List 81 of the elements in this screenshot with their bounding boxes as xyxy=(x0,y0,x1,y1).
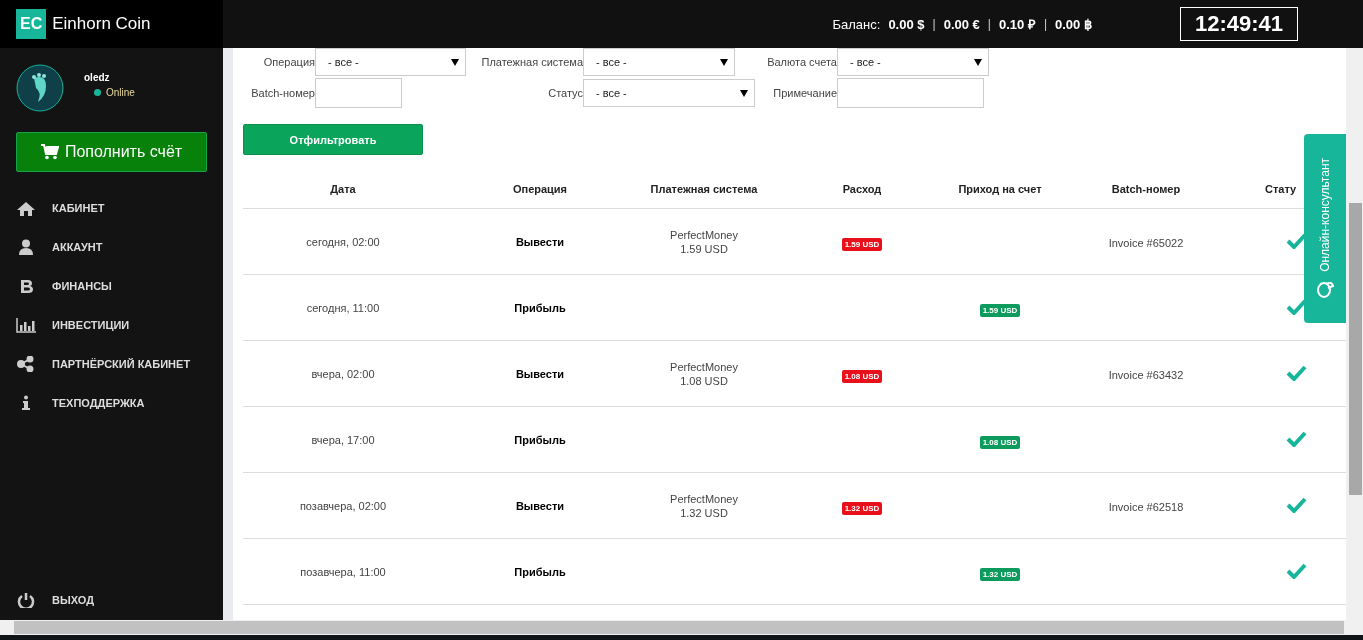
menu-item[interactable]: ИНВЕСТИЦИИ xyxy=(16,305,207,344)
column-header: Стату xyxy=(1265,182,1297,195)
field-label: Примечание xyxy=(772,87,837,99)
payment-amount: 1.08 USD xyxy=(680,374,728,387)
date-cell: сегодня, 02:00 xyxy=(306,235,380,248)
field-label: Платежная система xyxy=(480,56,583,68)
payment-amount: 1.59 USD xyxy=(680,242,728,255)
expense-tag: 1.32 USD xyxy=(841,501,883,515)
income-tag: 1.32 USD xyxy=(979,567,1021,581)
column-header: Операция xyxy=(512,182,568,195)
operation-cell: Прибыль xyxy=(514,565,566,578)
field-label: Валюта счета xyxy=(766,56,837,68)
date-cell: сегодня, 11:00 xyxy=(306,301,380,314)
menu-item[interactable]: ПАРТНЁРСКИЙ КАБИНЕТ xyxy=(16,344,207,383)
separator: | xyxy=(987,17,991,31)
column-header: Платежная система xyxy=(650,182,758,195)
balance-value: 0.10 ₽ xyxy=(998,16,1036,33)
user-name: oledz xyxy=(84,72,111,83)
payment-amount: 1.32 USD xyxy=(680,506,728,519)
menu-item[interactable]: ТЕХПОДДЕРЖКА xyxy=(16,383,207,422)
dropdown[interactable]: - все - xyxy=(315,48,466,76)
scrollbar-thumb[interactable] xyxy=(14,621,1344,634)
payment-system: PerfectMoney xyxy=(670,360,738,373)
operation-cell: Вывести xyxy=(515,235,565,248)
menu-item[interactable]: КАБИНЕТ xyxy=(16,188,207,227)
cart-icon xyxy=(40,144,59,160)
expense-tag: 1.08 USD xyxy=(841,369,883,383)
input-field[interactable] xyxy=(837,78,984,108)
caret-icon xyxy=(740,89,748,97)
field-label: Операция xyxy=(262,56,315,68)
operation-cell: Прибыль xyxy=(514,433,566,446)
date-cell: позавчера, 02:00 xyxy=(299,499,387,512)
batch-number: Invoice #65022 xyxy=(1108,236,1184,249)
date-cell: вчера, 02:00 xyxy=(311,367,375,380)
status-text: Online xyxy=(106,87,135,98)
bar-chart-icon xyxy=(16,316,36,333)
field-label: Batch-номер xyxy=(250,87,315,99)
column-header: Приход на счет xyxy=(958,182,1042,195)
balance-label: Баланс: xyxy=(832,16,881,32)
dropdown[interactable]: - все - xyxy=(837,48,989,76)
separator: | xyxy=(1043,17,1047,31)
column-header: Batch-номер xyxy=(1111,182,1181,195)
balance-value: 0.00 € xyxy=(943,16,980,32)
power-icon xyxy=(16,591,36,608)
logo-badge: EC xyxy=(16,9,47,39)
caret-icon xyxy=(451,58,459,66)
batch-number: Invoice #63432 xyxy=(1108,368,1184,381)
payment-system: PerfectMoney xyxy=(670,228,738,241)
operation-cell: Вывести xyxy=(515,499,565,512)
operation-cell: Вывести xyxy=(515,367,565,380)
balance-value: 0.00 $ xyxy=(888,16,925,32)
menu-item[interactable]: ФИНАНСЫ xyxy=(16,266,207,305)
home-icon xyxy=(16,199,36,216)
batch-number: Invoice #62518 xyxy=(1108,500,1184,513)
income-tag: 1.59 USD xyxy=(979,303,1021,317)
dropdown[interactable]: - все - xyxy=(583,48,735,76)
separator: | xyxy=(932,17,936,31)
caret-icon xyxy=(974,58,982,66)
operation-cell: Прибыль xyxy=(514,301,566,314)
dropdown[interactable]: - все - xyxy=(583,79,755,107)
date-cell: вчера, 17:00 xyxy=(311,433,375,446)
logo-name: Einhorn Coin xyxy=(52,14,151,34)
menu-item[interactable]: АККАУНТ xyxy=(16,227,207,266)
scrollbar-thumb[interactable] xyxy=(1349,203,1362,495)
column-header: Расход xyxy=(842,182,882,195)
avatar xyxy=(16,64,64,112)
clock: 12:49:41 xyxy=(1179,7,1298,41)
field-label: Статус xyxy=(547,87,583,99)
user-icon xyxy=(16,238,36,255)
chat-icon xyxy=(1316,279,1334,300)
expense-tag: 1.59 USD xyxy=(841,237,883,251)
date-cell: позавчера, 11:00 xyxy=(300,565,386,578)
payment-system: PerfectMoney xyxy=(670,492,738,505)
topup-button[interactable]: Пополнить счёт xyxy=(16,132,207,172)
input-field[interactable] xyxy=(315,78,402,108)
income-tag: 1.08 USD xyxy=(979,435,1021,449)
menu-item[interactable]: ВЫХОД xyxy=(16,580,207,619)
balance-value: 0.00 ฿ xyxy=(1055,16,1092,32)
share-icon xyxy=(16,355,36,372)
column-header: Дата xyxy=(330,182,356,195)
caret-icon xyxy=(720,58,728,66)
